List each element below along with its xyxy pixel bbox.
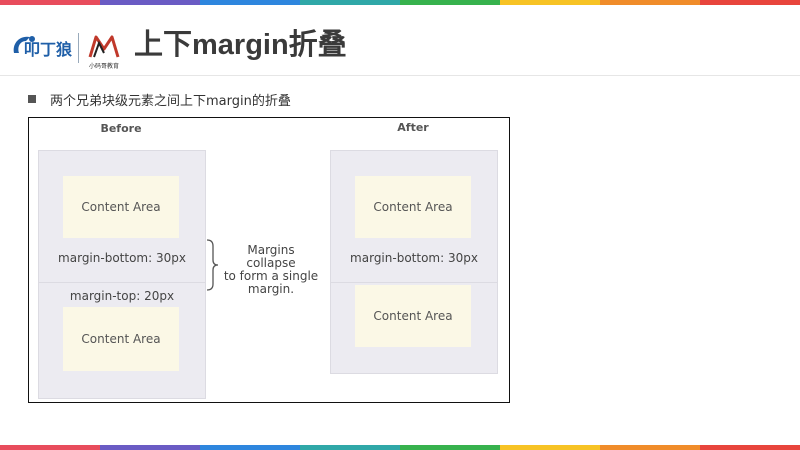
logo-divider [78,33,79,63]
bottom-color-stripe [0,445,800,450]
slide-header: 叩丁狼 小码哥教育 上下margin折叠 [0,5,800,76]
before-bottom-box: margin-top: 20px Content Area [38,282,206,399]
stripe-segment [100,445,200,450]
before-margin-bottom-label: margin-bottom: 30px [58,251,186,265]
before-top-content-area: Content Area [63,176,179,238]
svg-text:叩丁狼: 叩丁狼 [24,40,72,59]
square-bullet-icon [28,95,36,103]
collapse-note-line: margin. [247,282,295,296]
xmg-logo-text: 小码哥教育 [88,63,119,70]
collapse-note-line: Margins collapse [246,243,296,270]
after-top-box: Content Area margin-bottom: 30px [330,150,498,284]
xmg-logo: 小码哥教育 [84,31,124,70]
bullet-item: 两个兄弟块级元素之间上下margin的折叠 [28,90,291,109]
after-bottom-box: Content Area [330,282,498,374]
after-top-content-area: Content Area [355,176,471,238]
stripe-segment [500,445,600,450]
after-heading: After [397,121,429,134]
stripe-segment [200,445,300,450]
bullet-text: 两个兄弟块级元素之间上下margin的折叠 [50,93,291,109]
stripe-segment [400,445,500,450]
before-heading: Before [100,122,142,135]
xmg-logo-icon [88,35,120,58]
after-bottom-content-area: Content Area [355,285,471,347]
before-margin-top-label: margin-top: 20px [69,289,175,303]
stripe-segment [700,445,800,450]
curly-brace-icon [206,239,219,291]
after-margin-bottom-label: margin-bottom: 30px [350,251,478,265]
stripe-segment [600,445,700,450]
before-top-box: Content Area margin-bottom: 30px [38,150,206,284]
collapse-note: Margins collapse to form a single margin… [221,244,321,296]
stripe-segment [0,445,100,450]
margin-collapse-figure: Before Content Area margin-bottom: 30px … [28,117,510,403]
mj-logo-icon: 叩丁狼 [13,36,72,59]
stripe-segment [300,445,400,450]
page-title: 上下margin折叠 [134,29,347,61]
before-bottom-content-area: Content Area [63,307,179,371]
